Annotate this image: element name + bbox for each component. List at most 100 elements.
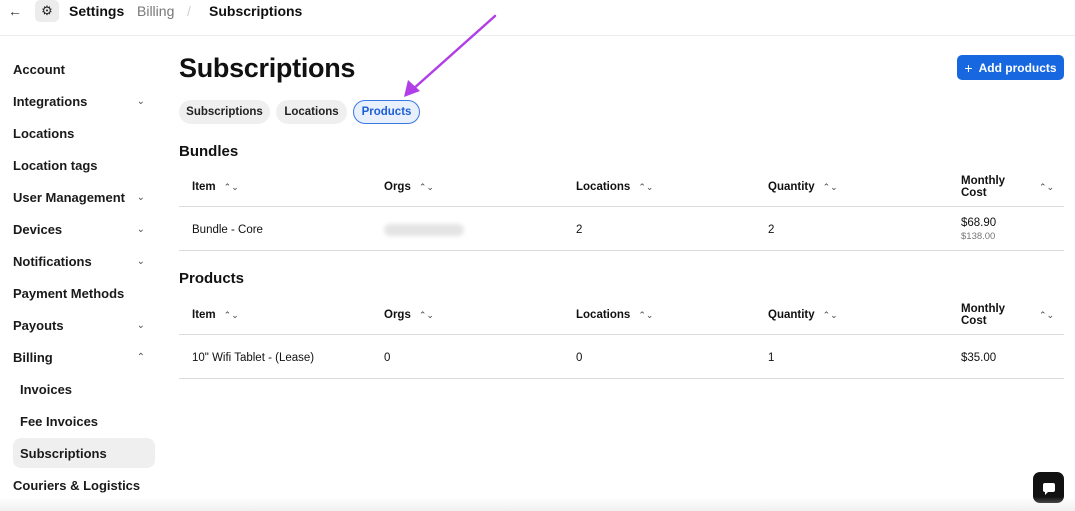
sidebar-item-payment-methods[interactable]: Payment Methods [13,278,155,308]
sidebar-item-label: Subscriptions [20,445,107,461]
breadcrumb-billing[interactable]: Billing [137,3,174,19]
sort-icon: ⌃⌄ [638,309,654,320]
header-label: Quantity [768,181,815,193]
sort-icon: ⌃⌄ [418,309,434,320]
header-label: Quantity [768,309,815,321]
sidebar-item-label: Account [13,61,65,77]
header-label: Locations [576,181,631,193]
column-header-quantity[interactable]: Quantity ⌃⌄ [768,167,838,207]
sidebar-item-label: Locations [13,125,75,141]
breadcrumb-separator: / [187,3,191,19]
sidebar-item-label: Location tags [13,157,98,173]
table-row[interactable]: Bundle - Core 2 2 $68.90 $138.00 [179,208,1064,251]
column-header-orgs[interactable]: Orgs ⌃⌄ [384,295,434,335]
top-bar: ← ⚙ Settings Billing / Subscriptions [0,0,1075,36]
header-label: Monthly Cost [961,303,1006,327]
column-header-monthly-cost[interactable]: Monthly Cost ⌃⌄ [961,295,1054,335]
chevron-down-icon: ⌄ [136,319,145,331]
sidebar-item-label: Notifications [13,253,92,269]
add-products-label: Add products [978,60,1057,75]
cell-orgs-redacted [384,208,464,251]
bundles-table-header: Item ⌃⌄ Orgs ⌃⌄ Locations ⌃⌄ Quantity ⌃⌄ Mon… [179,167,1064,207]
sort-icon: ⌃⌄ [223,309,239,320]
sidebar-item-label: Payment Methods [13,285,125,301]
column-header-item[interactable]: Item ⌃⌄ [192,167,239,207]
header-label: Item [192,181,216,193]
column-header-monthly-cost[interactable]: Monthly Cost ⌃⌄ [961,167,1054,207]
sort-icon: ⌃⌄ [418,181,434,192]
sort-icon: ⌃⌄ [1039,181,1055,192]
chevron-up-icon: ⌃ [136,351,145,363]
breadcrumb-current: Subscriptions [209,3,303,19]
sidebar-item-user-management[interactable]: User Management ⌄ [13,182,155,212]
chevron-down-icon: ⌄ [136,95,145,107]
header-label: Item [192,309,216,321]
cell-orgs: 0 [384,351,391,364]
header-label: Monthly Cost [961,175,1006,199]
sort-icon: ⌃⌄ [822,309,838,320]
chevron-down-icon: ⌄ [136,191,145,203]
sidebar-item-billing[interactable]: Billing ⌃ [13,342,155,372]
sidebar-item-payouts[interactable]: Payouts ⌄ [13,310,155,340]
column-header-locations[interactable]: Locations ⌃⌄ [576,167,653,207]
sidebar-item-locations[interactable]: Locations [13,118,155,148]
sidebar-item-label: Couriers & Logistics [13,477,141,493]
header-label: Locations [576,309,631,321]
chevron-down-icon: ⌄ [136,223,145,235]
breadcrumb-settings[interactable]: Settings [69,3,124,19]
chevron-down-icon: ⌄ [136,255,145,267]
chat-bubble-icon [1042,483,1055,495]
header-label: Orgs [384,181,411,193]
sidebar-item-account[interactable]: Account [13,54,155,84]
products-heading: Products [179,270,245,287]
column-header-locations[interactable]: Locations ⌃⌄ [576,295,653,335]
products-table-header: Item ⌃⌄ Orgs ⌃⌄ Locations ⌃⌄ Quantity ⌃⌄ Mon… [179,295,1064,335]
sort-icon: ⌃⌄ [638,181,654,192]
sidebar-item-label: User Management [13,189,125,205]
sidebar-item-label: Billing [13,349,53,365]
sidebar-item-devices[interactable]: Devices ⌄ [13,214,155,244]
original-cost: $138.00 [961,231,996,242]
redacted-text [384,223,464,236]
sidebar-item-label: Devices [13,221,63,237]
column-header-quantity[interactable]: Quantity ⌃⌄ [768,295,838,335]
sort-icon: ⌃⌄ [1039,309,1055,320]
plus-icon: + [964,59,973,76]
bottom-fade [0,497,1075,511]
sidebar-item-label: Invoices [20,381,73,397]
sidebar-item-couriers-logistics[interactable]: Couriers & Logistics [13,470,155,500]
cell-locations: 0 [576,351,583,364]
cell-locations: 2 [576,223,583,236]
back-arrow-icon[interactable]: ← [6,2,24,20]
tab-locations[interactable]: Locations [276,100,347,124]
cell-monthly-cost: $68.90 $138.00 [961,208,996,251]
cell-item: Bundle - Core [192,223,263,236]
sort-icon: ⌃⌄ [223,181,239,192]
sidebar-item-label: Fee Invoices [20,413,99,429]
column-header-orgs[interactable]: Orgs ⌃⌄ [384,167,434,207]
sidebar-item-integrations[interactable]: Integrations ⌄ [13,86,155,116]
current-cost: $68.90 [961,217,997,229]
tab-products[interactable]: Products [353,100,420,124]
tab-subscriptions[interactable]: Subscriptions [179,100,270,124]
sidebar-item-fee-invoices[interactable]: Fee Invoices [13,406,155,436]
annotation-arrow [404,14,497,97]
page-title: Subscriptions [179,53,356,83]
sidebar-item-notifications[interactable]: Notifications ⌄ [13,246,155,276]
cell-quantity: 1 [768,351,775,364]
sidebar-item-invoices[interactable]: Invoices [13,374,155,404]
sidebar-item-label: Integrations [13,93,88,109]
cell-monthly-cost: $35.00 [961,351,997,364]
sort-icon: ⌃⌄ [822,181,838,192]
cell-quantity: 2 [768,223,775,236]
sidebar-item-label: Payouts [13,317,64,333]
add-products-button[interactable]: + Add products [957,55,1064,80]
sidebar-item-location-tags[interactable]: Location tags [13,150,155,180]
table-row[interactable]: 10" Wifi Tablet - (Lease) 0 0 1 $35.00 [179,336,1064,379]
gear-icon[interactable]: ⚙ [35,0,59,22]
header-label: Orgs [384,309,411,321]
column-header-item[interactable]: Item ⌃⌄ [192,295,239,335]
sidebar-item-subscriptions[interactable]: Subscriptions [13,438,155,468]
bundles-heading: Bundles [179,143,239,160]
cell-item: 10" Wifi Tablet - (Lease) [192,351,315,364]
